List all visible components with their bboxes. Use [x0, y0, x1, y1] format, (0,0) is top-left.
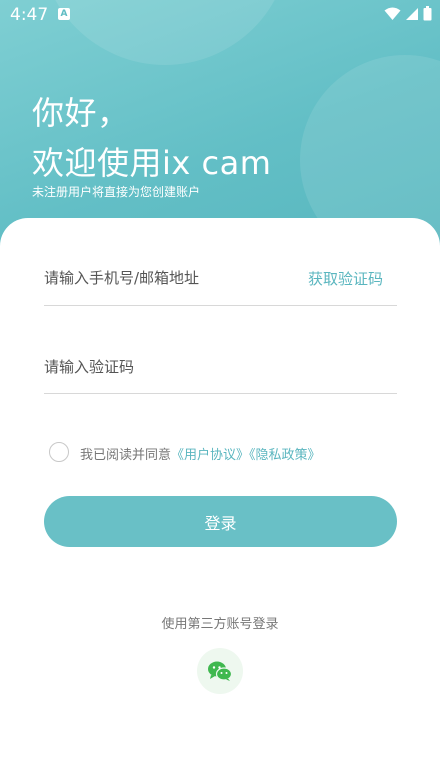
status-bar: 4:47 A	[0, 0, 440, 30]
register-hint: 未注册用户将直接为您创建账户	[32, 185, 201, 199]
login-button[interactable]: 登录	[44, 496, 397, 547]
privacy-policy-link[interactable]: 《隐私政策》	[249, 448, 321, 463]
agreement-prefix: 我已阅读并同意	[80, 448, 172, 463]
cellular-signal-icon	[406, 7, 418, 20]
greeting-line-1: 你好，	[32, 94, 130, 132]
agreement-checkbox[interactable]	[49, 442, 69, 462]
third-party-login-label: 使用第三方账号登录	[161, 617, 279, 632]
verification-code-input[interactable]	[44, 353, 394, 381]
agreement-text: 我已阅读并同意《用户协议》《隐私政策》	[80, 444, 321, 463]
get-code-button[interactable]: 获取验证码	[308, 268, 383, 289]
code-input-underline	[44, 393, 397, 394]
phone-input-underline	[44, 305, 397, 306]
greeting-line-2: 欢迎使用ix cam	[32, 144, 272, 182]
wechat-login-button[interactable]	[197, 648, 243, 694]
notification-a-icon: A	[58, 8, 70, 20]
phone-email-input[interactable]	[44, 264, 294, 292]
user-agreement-link[interactable]: 《用户协议》	[171, 448, 249, 463]
wechat-icon	[208, 661, 233, 681]
battery-icon	[423, 6, 432, 21]
status-time: 4:47	[10, 5, 49, 25]
wifi-icon	[384, 7, 401, 20]
status-icons	[384, 6, 432, 21]
